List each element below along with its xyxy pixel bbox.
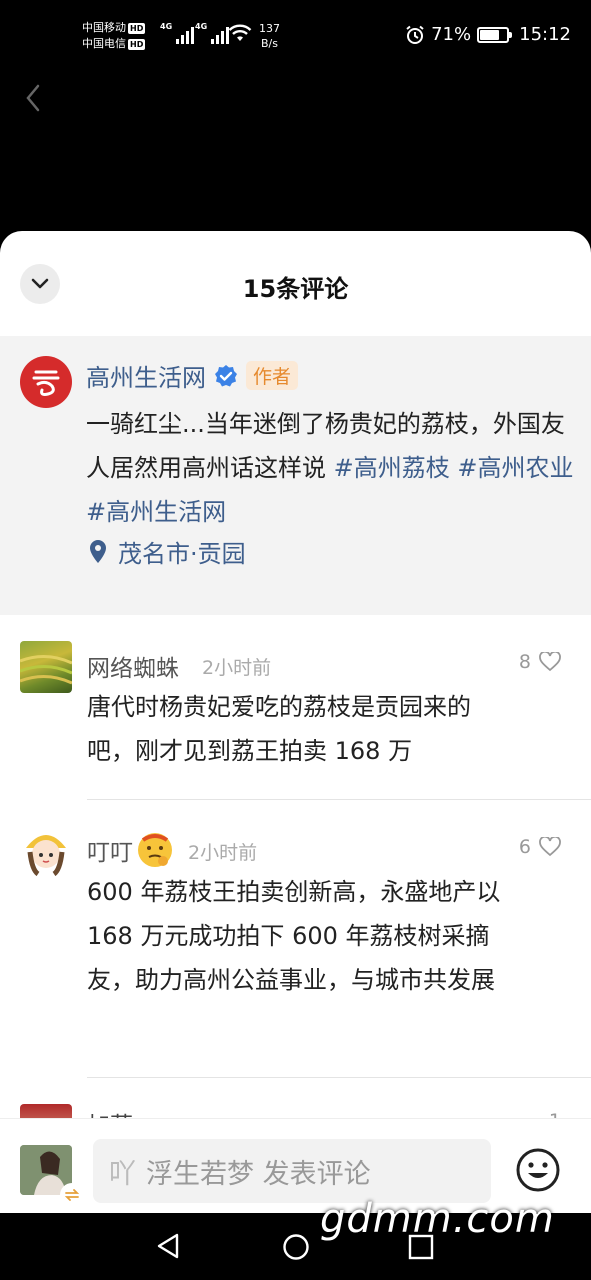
watermark: gdmm.com	[320, 1196, 555, 1242]
author-tag: 作者	[246, 361, 299, 390]
network-speed-value: 137	[259, 22, 280, 35]
hd-badge: HD	[128, 22, 146, 34]
network-type-1: 4G	[160, 22, 173, 31]
terrace-field-image	[20, 655, 72, 685]
clock: 15:12	[519, 24, 571, 45]
thinking-emoji-icon	[138, 833, 172, 867]
like-count: 8	[518, 651, 531, 673]
divider	[87, 1077, 591, 1078]
comment-text: 唐代时杨贵妃爱吃的荔枝是贡园来的吧，刚才见到荔王拍卖 168 万	[87, 693, 471, 765]
commenter-name[interactable]: 叮叮	[87, 833, 133, 867]
hashtag-link[interactable]: #高州生活网	[86, 498, 226, 526]
comment-input-placeholder: 浮生若梦 发表评论	[146, 1158, 371, 1190]
cursor-glyph: 吖	[109, 1158, 136, 1190]
author-name[interactable]: 高州生活网	[86, 358, 206, 393]
carrier-2: 中国电信	[82, 37, 126, 50]
author-name-row: 高州生活网 作者	[86, 358, 299, 393]
divider	[87, 799, 591, 800]
verified-badge-icon	[215, 364, 237, 386]
comment-count-title: 15条评论	[242, 275, 349, 303]
alarm-icon	[406, 25, 424, 44]
network-type-2: 4G	[195, 22, 208, 31]
battery-icon	[477, 26, 513, 43]
status-right: 71% 15:12	[405, 24, 571, 45]
comment-sheet: 15条评论 高州生活网 作者 一骑红尘...当年迷倒了杨贵妃的荔枝，外国友人居然…	[0, 231, 591, 1213]
author-avatar[interactable]	[20, 356, 72, 408]
pinned-post-text: 一骑红尘...当年迷倒了杨贵妃的荔枝，外国友人居然用高州话这样说 #高州荔枝 #…	[86, 402, 576, 534]
signal-icon: 4G	[195, 22, 230, 44]
commenter-name-row: 叮叮	[87, 830, 175, 870]
like-button[interactable]: 6	[519, 836, 561, 858]
logo-icon	[32, 370, 60, 396]
like-button[interactable]: 8	[519, 651, 561, 673]
location-link[interactable]: 茂名市·贡园	[88, 534, 246, 569]
nav-home-icon[interactable]	[282, 1233, 310, 1261]
sheet-header: 15条评论	[0, 231, 591, 336]
switch-identity-icon[interactable]	[60, 1183, 84, 1207]
network-speed-unit: B/s	[261, 37, 278, 50]
hd-badge: HD	[128, 38, 146, 50]
comment-input[interactable]: 吖 浮生若梦 发表评论	[93, 1139, 491, 1203]
carrier-info: 中国移动 HD 中国电信 HD	[82, 20, 146, 52]
cartoon-girl-avatar-image	[26, 835, 66, 876]
comment-time: 2小时前	[202, 657, 272, 679]
signal-icon: 4G	[160, 22, 195, 44]
hashtag-link[interactable]: #高州荔枝	[334, 454, 450, 482]
comment-text: 600 年荔枝王拍卖创新高，永盛地产以 168 万元成功拍下 600 年荔枝树采…	[87, 878, 501, 994]
carrier-1: 中国移动	[82, 21, 126, 34]
nav-back-icon[interactable]	[155, 1232, 181, 1260]
location-pin-icon	[90, 539, 106, 563]
like-count: 6	[518, 836, 531, 858]
network-speed: 137 B/s	[259, 21, 280, 51]
back-arrow-icon[interactable]	[20, 80, 50, 116]
location-text: 茂名市·贡园	[118, 540, 246, 568]
pinned-author-post[interactable]: 高州生活网 作者 一骑红尘...当年迷倒了杨贵妃的荔枝，外国友人居然用高州话这样…	[0, 336, 591, 615]
heart-icon	[539, 652, 561, 672]
wifi-icon	[228, 24, 252, 41]
battery-percent: 71%	[431, 24, 472, 45]
commenter-name[interactable]: 网络蜘蛛	[87, 649, 179, 683]
status-bar: 中国移动 HD 中国电信 HD 4G 4G 137 B/s 71% 15:12	[0, 0, 591, 72]
heart-icon	[539, 837, 561, 857]
emoji-icon[interactable]	[515, 1147, 561, 1193]
avatar[interactable]	[20, 824, 72, 876]
hashtag-link[interactable]: #高州农业	[457, 454, 573, 482]
avatar[interactable]	[20, 641, 72, 693]
comment-time: 2小时前	[188, 842, 258, 864]
